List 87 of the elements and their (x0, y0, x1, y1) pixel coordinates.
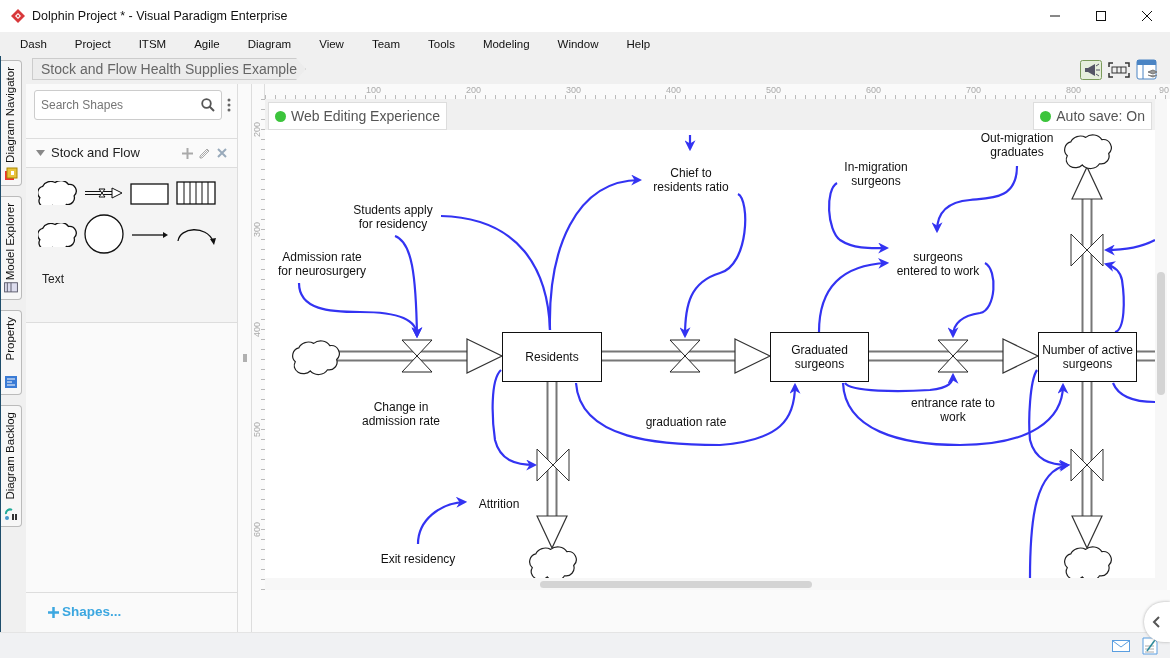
more-options-icon[interactable] (227, 98, 231, 112)
variable-label: Students apply for residency (353, 203, 433, 231)
valve-icon (536, 448, 570, 482)
panel-icon (3, 506, 19, 522)
connector-arrow (1103, 261, 1125, 333)
mail-icon[interactable] (1112, 639, 1130, 652)
layers-icon[interactable] (1136, 59, 1158, 81)
ruler-label: 600 (253, 522, 262, 538)
panel-icon (3, 165, 19, 181)
menu-item[interactable]: Help (626, 32, 651, 56)
section-title: Stock and Flow (51, 144, 141, 163)
connector-arrow (416, 497, 468, 545)
menu-item[interactable]: View (319, 32, 344, 56)
cloud-icon (292, 340, 340, 376)
menu-item[interactable]: Dash (20, 32, 47, 56)
expand-caret-icon[interactable] (36, 150, 45, 156)
variable-label: entrance rate to work (910, 396, 996, 424)
side-tab[interactable]: Model Explorer (1, 196, 22, 300)
variable-label: Out-migration graduates (980, 131, 1054, 159)
variable-label: Exit residency (380, 552, 456, 566)
fit-to-screen-icon[interactable] (1108, 62, 1130, 78)
connector-arrow (684, 135, 696, 152)
ruler-label: 200 (253, 122, 262, 138)
status-dot (1040, 110, 1052, 122)
valve-icon (937, 339, 969, 373)
ruler-label: 300 (253, 222, 262, 238)
breadcrumb[interactable]: Stock and Flow Health Supplies Example (32, 58, 307, 80)
close-icon[interactable] (1141, 10, 1153, 22)
panel-icon (3, 374, 19, 390)
splitter-grip-icon[interactable] (242, 354, 247, 362)
side-tab[interactable]: Diagram Navigator (1, 60, 22, 186)
cloud-icon[interactable] (38, 181, 78, 205)
conveyor-icon[interactable] (176, 181, 216, 205)
menu-item[interactable]: Window (557, 32, 599, 56)
menu-item[interactable]: Tools (428, 32, 455, 56)
maximize-icon[interactable] (1095, 10, 1107, 22)
ruler-label: 500 (766, 86, 782, 95)
ruler-label: 400 (253, 322, 262, 338)
variable-label: Chief to residents ratio (653, 166, 729, 194)
status-label: Web Editing Experience (291, 106, 441, 126)
ruler-label: 700 (966, 86, 982, 95)
status-label: Auto save: On (1056, 106, 1145, 126)
variable-label: surgeons entered to work (896, 250, 980, 278)
ruler-label: 200 (466, 86, 482, 95)
valve-icon (669, 339, 701, 373)
cloud-icon[interactable] (38, 223, 78, 247)
scrollbar-thumb[interactable] (540, 581, 812, 588)
valve-icon (401, 339, 433, 373)
menu-item[interactable]: Team (371, 32, 401, 56)
ruler-label: 100 (366, 86, 382, 95)
chevron-left-icon[interactable] (1152, 616, 1162, 628)
window-title: Dolphin Project * - Visual Paradigm Enterprise (32, 7, 289, 25)
cloud-icon (1064, 134, 1112, 170)
status-dot (275, 110, 286, 122)
menu-item[interactable]: Project (74, 32, 111, 56)
stock-icon[interactable] (130, 181, 170, 205)
side-tab[interactable]: Diagram Backlog (1, 405, 22, 527)
ruler-label: 400 (666, 86, 682, 95)
valve-icon (1070, 448, 1104, 482)
valve-icon (1070, 233, 1104, 267)
menu-item[interactable]: ITSM (138, 32, 167, 56)
variable-label: In-migration surgeons (844, 160, 908, 188)
menu-item[interactable]: Agile (194, 32, 220, 56)
variable-label: Attrition (478, 497, 520, 511)
note-icon[interactable] (1142, 636, 1158, 655)
menu-item[interactable]: Modeling (482, 32, 530, 56)
variable-label: Admission rate for neurosurgery (278, 250, 366, 278)
ruler-label: 500 (253, 422, 262, 438)
plus-icon[interactable] (48, 607, 59, 618)
app-logo-icon (10, 8, 26, 24)
variable-label: graduation rate (645, 415, 727, 429)
ruler-label: 300 (566, 86, 582, 95)
search-icon[interactable] (201, 98, 215, 112)
search-field[interactable]: Search Shapes (34, 90, 222, 120)
ruler-label: 90 (1159, 86, 1169, 95)
circle-icon[interactable] (84, 214, 124, 256)
variable-label: Change in admission rate (362, 400, 440, 428)
connector-arrow (1103, 239, 1155, 256)
ruler-label: 600 (866, 86, 882, 95)
menu-item[interactable]: Diagram (247, 32, 292, 56)
panel-icon (3, 280, 19, 295)
announcement-icon[interactable] (1080, 60, 1102, 80)
side-tab[interactable]: Property (1, 310, 22, 395)
ruler-label: 800 (1066, 86, 1082, 95)
flow-pipe (1135, 350, 1155, 362)
scrollbar-thumb[interactable] (1157, 272, 1165, 395)
text-tool[interactable]: Text (42, 270, 64, 288)
